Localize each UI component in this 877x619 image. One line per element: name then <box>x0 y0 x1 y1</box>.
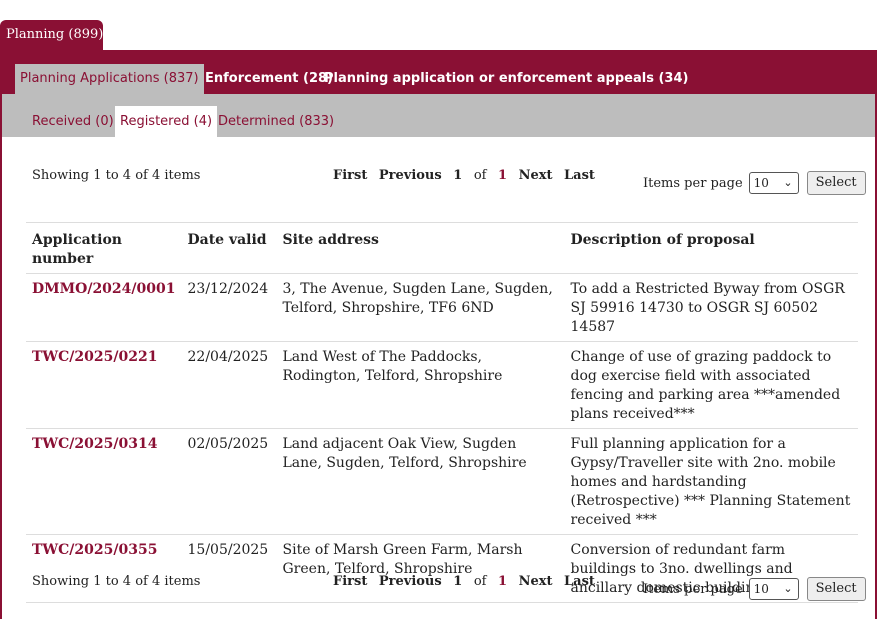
site-address: 3, The Avenue, Sugden Lane, Sugden, Telf… <box>276 273 565 342</box>
items-per-page-value: 10 <box>753 582 769 596</box>
table-row: TWC/2025/0221 22/04/2025 Land West of Th… <box>26 341 858 429</box>
showing-count-top: Showing 1 to 4 of 4 items <box>32 168 201 183</box>
application-link[interactable]: TWC/2025/0314 <box>26 428 182 535</box>
select-button[interactable]: Select <box>806 577 866 601</box>
pager-bottom: First Previous 1 of 1 Next Last <box>333 574 602 589</box>
pager-of: of <box>473 574 487 589</box>
pager-total-pages[interactable]: 1 <box>498 168 507 183</box>
pager-last[interactable]: Last <box>564 168 595 183</box>
pager-previous[interactable]: Previous <box>379 168 442 183</box>
col-application-number: Application number <box>26 222 182 274</box>
secondary-tab-bar: Planning Applications (837) Enforcement … <box>2 50 875 94</box>
tab-determined[interactable]: Determined (833) <box>213 106 339 137</box>
showing-count-bottom: Showing 1 to 4 of 4 items <box>32 574 201 589</box>
col-date-valid: Date valid <box>181 222 277 274</box>
items-per-page-label: Items per page <box>643 581 743 597</box>
table-row: TWC/2025/0314 02/05/2025 Land adjacent O… <box>26 428 858 535</box>
site-address: Land West of The Paddocks, Rodington, Te… <box>276 341 565 429</box>
items-per-page-select[interactable]: 10 ⌄ <box>748 578 799 600</box>
pager-previous[interactable]: Previous <box>379 574 442 589</box>
pager-current-page: 1 <box>453 168 463 183</box>
tab-enforcement[interactable]: Enforcement (28) <box>205 64 333 94</box>
site-address: Land adjacent Oak View, Sugden Lane, Sug… <box>276 428 565 535</box>
chevron-down-icon: ⌄ <box>783 582 793 595</box>
pager-total-pages[interactable]: 1 <box>498 574 507 589</box>
application-link[interactable]: TWC/2025/0221 <box>26 341 182 429</box>
pager-first[interactable]: First <box>333 168 367 183</box>
pager-current-page: 1 <box>453 574 463 589</box>
col-site-address: Site address <box>276 222 565 274</box>
tab-appeals[interactable]: Planning application or enforcement appe… <box>324 64 688 94</box>
applications-table: Application number Date valid Site addre… <box>26 222 858 603</box>
date-valid: 02/05/2025 <box>181 428 277 535</box>
items-per-page-label: Items per page <box>643 175 743 191</box>
status-tab-bar: Received (0) Registered (4) Determined (… <box>2 94 875 137</box>
items-per-page-bottom: Items per page 10 ⌄ Select <box>643 577 866 601</box>
pager-top: First Previous 1 of 1 Next Last <box>333 168 602 183</box>
tab-panel: Planning Applications (837) Enforcement … <box>0 50 877 619</box>
tab-planning[interactable]: Planning (899) <box>0 20 103 50</box>
site-address: Site of Marsh Green Farm, Marsh Green, T… <box>276 534 565 603</box>
chevron-down-icon: ⌄ <box>783 176 793 189</box>
pager-next[interactable]: Next <box>519 574 553 589</box>
select-button[interactable]: Select <box>806 171 866 195</box>
proposal-description: To add a Restricted Byway from OSGR SJ 5… <box>564 273 858 342</box>
pager-first[interactable]: First <box>333 574 367 589</box>
table-row: DMMO/2024/0001 23/12/2024 3, The Avenue,… <box>26 273 858 342</box>
pager-next[interactable]: Next <box>519 168 553 183</box>
pager-last[interactable]: Last <box>564 574 595 589</box>
proposal-description: Change of use of grazing paddock to dog … <box>564 341 858 429</box>
col-description: Description of proposal <box>564 222 858 274</box>
proposal-description: Full planning application for a Gypsy/Tr… <box>564 428 858 535</box>
tab-received[interactable]: Received (0) <box>27 106 119 137</box>
top-tab-bar: Planning (899) <box>0 0 877 50</box>
application-link[interactable]: TWC/2025/0355 <box>26 534 182 603</box>
date-valid: 15/05/2025 <box>181 534 277 603</box>
items-per-page-select[interactable]: 10 ⌄ <box>748 172 799 194</box>
pager-of: of <box>473 168 487 183</box>
tab-registered[interactable]: Registered (4) <box>115 106 218 137</box>
date-valid: 23/12/2024 <box>181 273 277 342</box>
items-per-page-top: Items per page 10 ⌄ Select <box>643 171 866 195</box>
application-link[interactable]: DMMO/2024/0001 <box>26 273 182 342</box>
tab-planning-applications[interactable]: Planning Applications (837) <box>15 64 204 94</box>
items-per-page-value: 10 <box>753 176 769 190</box>
date-valid: 22/04/2025 <box>181 341 277 429</box>
